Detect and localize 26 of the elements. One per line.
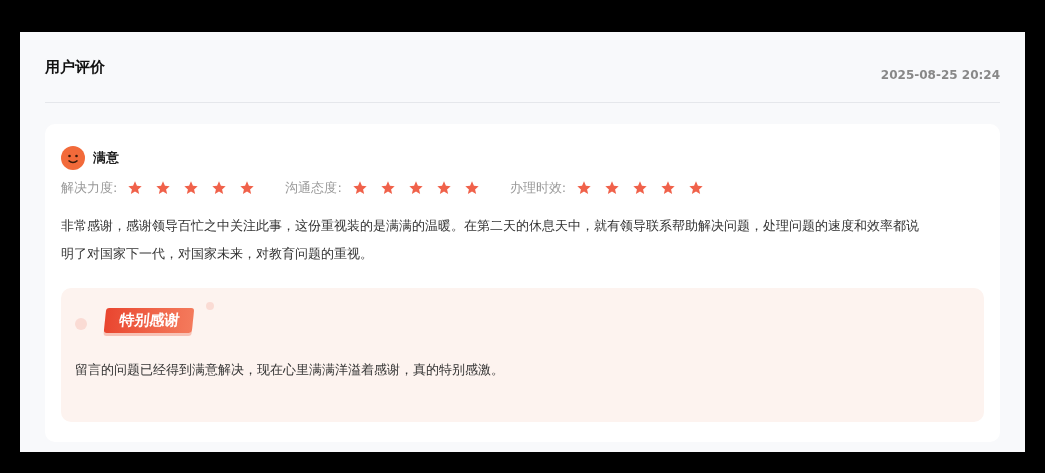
star-icon	[632, 179, 649, 196]
star-icon	[463, 179, 480, 196]
star-icon	[604, 179, 621, 196]
star-icon	[379, 179, 396, 196]
star-icon	[407, 179, 424, 196]
star-icon	[211, 179, 228, 196]
star-icon	[183, 179, 200, 196]
mood-label: 满意	[93, 149, 119, 168]
smiley-icon	[61, 146, 85, 170]
star-icon	[660, 179, 677, 196]
star-icon	[688, 179, 705, 196]
star-icon	[576, 179, 593, 196]
star-icon	[351, 179, 368, 196]
rating-label: 办理时效:	[509, 179, 567, 197]
star-icon	[239, 179, 256, 196]
rating-label: 沟通态度:	[285, 179, 342, 197]
rating-label: 解决力度:	[61, 179, 118, 197]
review-comment: 非常感谢，感谢领导百忙之中关注此事，这份重视装的是满满的温暖。在第二天的休息天中，就有领导联系帮助解决问题，处理问题的速度和效率都说明了对国家下一代，对国家未来，对教育问题的重视。	[61, 216, 920, 263]
section-title: 用户评价	[45, 56, 105, 78]
thanks-message: 留言的问题已经得到满意解决，现在心里满满洋溢着感谢，真的特别感激。	[75, 361, 505, 379]
star-icon	[127, 179, 144, 196]
dot-icon	[75, 317, 87, 330]
star-icon	[155, 179, 172, 196]
timestamp: 2025-08-25 20:24	[880, 67, 1000, 84]
dot-icon	[206, 301, 214, 310]
star-icon	[435, 179, 452, 196]
